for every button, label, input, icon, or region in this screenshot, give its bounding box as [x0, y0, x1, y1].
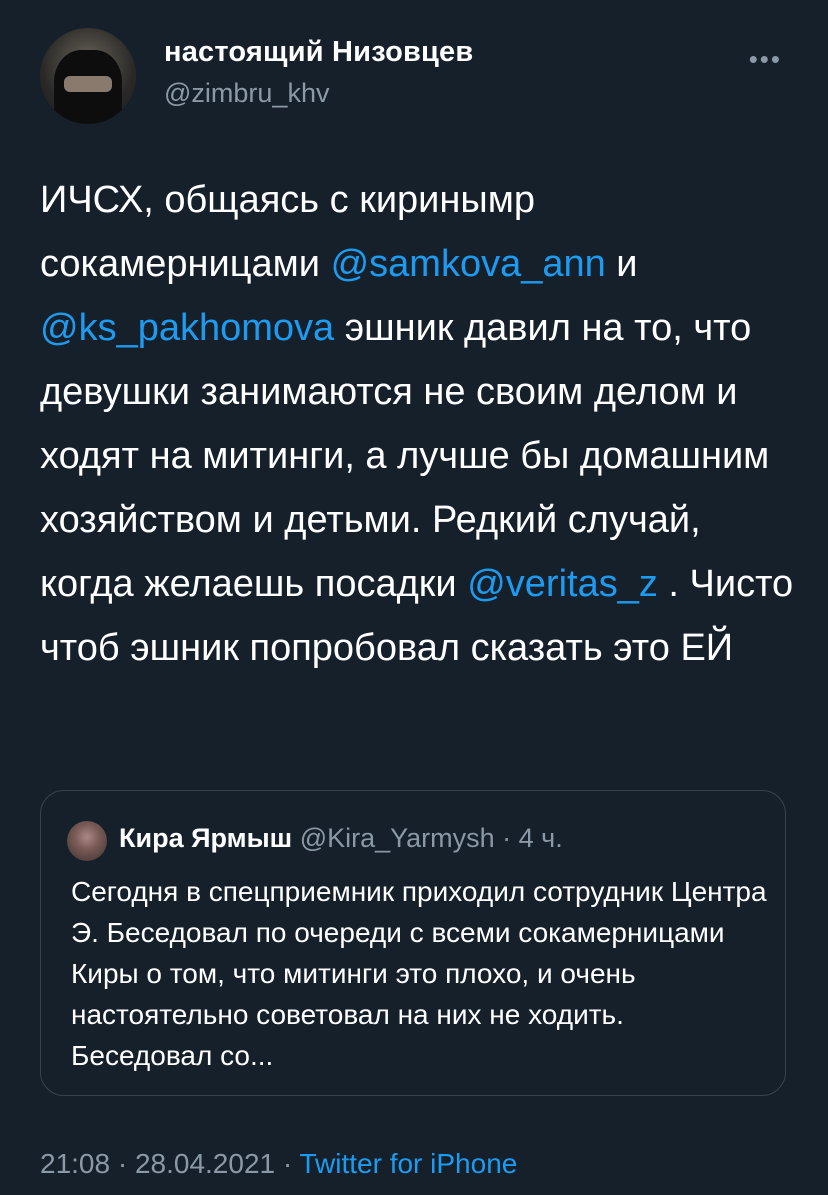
- mention-link[interactable]: @ks_pakhomova: [40, 307, 334, 349]
- mention-link[interactable]: @samkova_ann: [331, 243, 606, 285]
- quoted-author-handle: @Kira_Yarmysh: [299, 823, 495, 853]
- author-name[interactable]: настоящий Низовцев: [164, 36, 473, 69]
- author-handle[interactable]: @zimbru_khv: [164, 78, 329, 109]
- avatar-eyes: [64, 76, 112, 92]
- more-dots-icon[interactable]: •••: [749, 46, 782, 72]
- tweet-source-link[interactable]: Twitter for iPhone: [299, 1148, 517, 1179]
- tweet-footer: 21:08 · 28.04.2021 · Twitter for iPhone: [40, 1148, 517, 1180]
- quoted-tweet[interactable]: Кира Ярмыш @Kira_Yarmysh · 4 ч. Сегодня …: [40, 790, 786, 1096]
- quoted-tweet-time: · 4 ч.: [502, 823, 563, 853]
- mention-link[interactable]: @veritas_z: [467, 563, 658, 605]
- tweet-text-part: и: [605, 243, 638, 285]
- author-avatar[interactable]: [40, 28, 136, 124]
- quoted-tweet-header: Кира Ярмыш @Kira_Yarmysh · 4 ч.: [119, 823, 563, 854]
- tweet-text-part: эшник давил на то, что девушки занимаютс…: [40, 307, 770, 605]
- tweet-datetime: 21:08 · 28.04.2021 ·: [40, 1148, 300, 1179]
- tweet-header: настоящий Низовцев @zimbru_khv •••: [40, 24, 800, 124]
- quoted-tweet-text: Сегодня в спецприемник приходил сотрудни…: [71, 876, 767, 1071]
- tweet-text: ИЧСХ, общаясь с киринымр сокамерницами @…: [40, 168, 800, 680]
- quoted-author-name: Кира Ярмыш: [119, 823, 293, 853]
- quoted-author-avatar: [67, 821, 107, 861]
